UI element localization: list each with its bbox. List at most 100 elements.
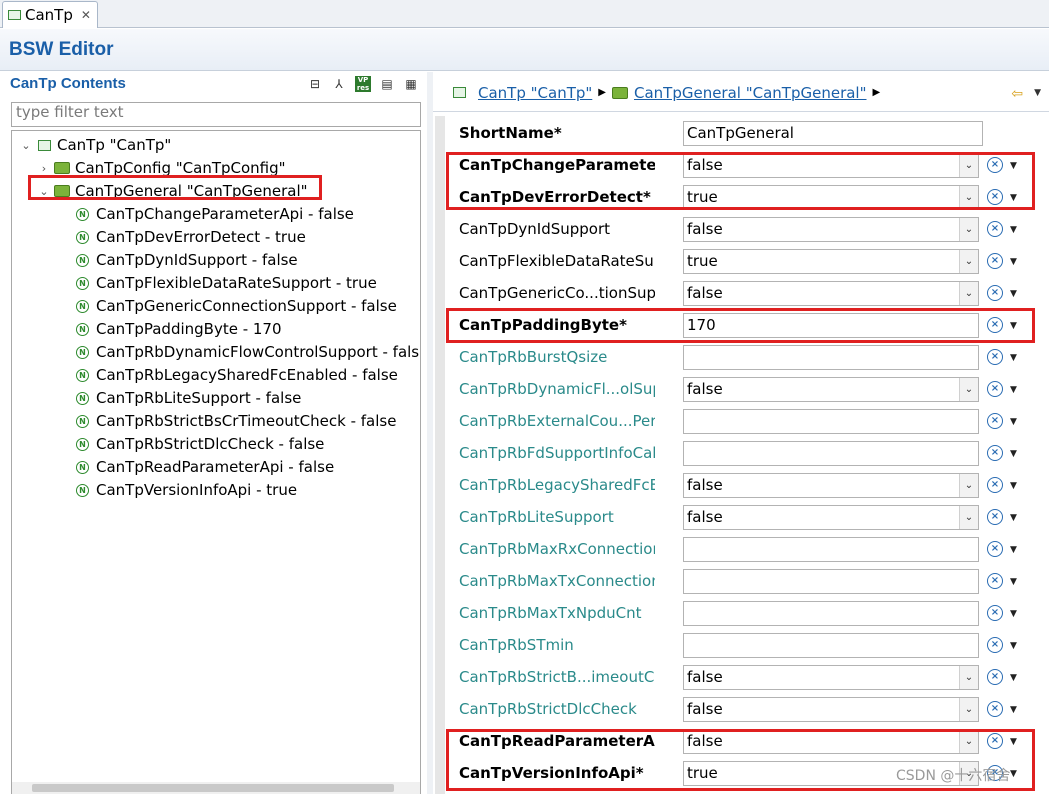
value-select[interactable]: false ⌄ xyxy=(683,697,979,722)
dropdown-arrow-icon[interactable]: ▼ xyxy=(1010,577,1017,587)
tree-param-item[interactable]: N CanTpDevErrorDetect - true xyxy=(76,226,306,248)
tree-item-label: CanTpFlexibleDataRateSupport - true xyxy=(96,274,377,292)
parameter-icon: N xyxy=(76,276,89,290)
field-label: CanTpGenericCo...tionSupp xyxy=(459,284,655,302)
reset-icon[interactable]: × xyxy=(987,221,1003,237)
tree-param-item[interactable]: N CanTpFlexibleDataRateSupport - true xyxy=(76,272,377,294)
dropdown-arrow-icon[interactable]: ▼ xyxy=(1010,289,1017,299)
tree-param-item[interactable]: N CanTpVersionInfoApi - true xyxy=(76,479,297,501)
dropdown-arrow-icon[interactable]: ▼ xyxy=(1010,609,1017,619)
dropdown-arrow-icon[interactable]: ▼ xyxy=(1010,225,1017,235)
dropdown-arrow-icon[interactable]: ▼ xyxy=(1010,641,1017,651)
value-input[interactable] xyxy=(683,537,979,562)
tree-param-item[interactable]: N CanTpRbDynamicFlowControlSupport - fals… xyxy=(76,341,421,363)
dropdown-arrow-icon[interactable]: ▼ xyxy=(1010,513,1017,523)
reset-icon[interactable]: × xyxy=(987,605,1003,621)
dropdown-arrow-icon[interactable]: ▼ xyxy=(1010,385,1017,395)
dropdown-arrow-icon[interactable]: ▼ xyxy=(1010,257,1017,267)
vp-res-icon[interactable]: VP res xyxy=(355,76,371,92)
tree-item-cantp[interactable]: ⌄ CanTp "CanTp" xyxy=(20,134,171,156)
tree-param-item[interactable]: N CanTpRbLiteSupport - false xyxy=(76,387,301,409)
chevron-down-icon[interactable]: ⌄ xyxy=(959,218,978,241)
field-label: CanTpRbMaxRxConnectior xyxy=(459,540,655,558)
reset-icon[interactable]: × xyxy=(987,413,1003,429)
dropdown-arrow-icon[interactable]: ▼ xyxy=(1010,449,1017,459)
value-select[interactable]: false ⌄ xyxy=(683,665,979,690)
hierarchy-icon[interactable]: ⅄ xyxy=(331,76,347,92)
chevron-down-icon[interactable]: ▼ xyxy=(1034,88,1041,98)
breadcrumb-link-cantpgeneral[interactable]: CanTpGeneral "CanTpGeneral" xyxy=(634,84,867,102)
value-select[interactable]: false ⌄ xyxy=(683,377,979,402)
value-text: false xyxy=(687,284,723,302)
reset-icon[interactable]: × xyxy=(987,541,1003,557)
tree-param-item[interactable]: N CanTpRbLegacySharedFcEnabled - false xyxy=(76,364,398,386)
table-icon[interactable]: ▦ xyxy=(403,76,419,92)
chevron-down-icon[interactable]: ⌄ xyxy=(959,474,978,497)
value-input[interactable] xyxy=(683,601,979,626)
chevron-down-icon[interactable]: ⌄ xyxy=(959,250,978,273)
chevron-down-icon[interactable]: ⌄ xyxy=(959,506,978,529)
reset-icon[interactable]: × xyxy=(987,285,1003,301)
tree-param-item[interactable]: N CanTpRbStrictDlcCheck - false xyxy=(76,433,324,455)
value-input[interactable] xyxy=(683,441,979,466)
reset-icon[interactable]: × xyxy=(987,381,1003,397)
value-input[interactable] xyxy=(683,345,979,370)
reset-icon[interactable]: × xyxy=(987,701,1003,717)
collapse-all-icon[interactable]: ⊟ xyxy=(307,76,323,92)
dropdown-arrow-icon[interactable]: ▼ xyxy=(1010,545,1017,555)
tree-param-item[interactable]: N CanTpReadParameterApi - false xyxy=(76,456,334,478)
chevron-right-icon[interactable]: › xyxy=(38,162,50,175)
value-input[interactable] xyxy=(683,409,979,434)
dropdown-arrow-icon[interactable]: ▼ xyxy=(1010,705,1017,715)
filter-input[interactable]: type filter text xyxy=(11,102,421,127)
tree-item-label: CanTpRbDynamicFlowControlSupport - false xyxy=(96,343,421,361)
reset-icon[interactable]: × xyxy=(987,509,1003,525)
reset-icon[interactable]: × xyxy=(987,669,1003,685)
tree-item-label: CanTp "CanTp" xyxy=(57,136,172,154)
reset-icon[interactable]: × xyxy=(987,637,1003,653)
chevron-down-icon[interactable]: ⌄ xyxy=(959,666,978,689)
field-label: CanTpRbStrictB...imeoutCh xyxy=(459,668,655,686)
reset-icon[interactable]: × xyxy=(987,573,1003,589)
dropdown-arrow-icon[interactable]: ▼ xyxy=(1010,673,1017,683)
close-icon[interactable]: ✕ xyxy=(81,8,91,22)
parameter-icon: N xyxy=(76,483,89,497)
tab-cantp[interactable]: CanTp ✕ xyxy=(2,1,98,28)
value-select[interactable]: false ⌄ xyxy=(683,217,979,242)
value-input[interactable] xyxy=(683,633,979,658)
dropdown-arrow-icon[interactable]: ▼ xyxy=(1010,353,1017,363)
dropdown-arrow-icon[interactable]: ▼ xyxy=(1010,417,1017,427)
value-select[interactable]: true ⌄ xyxy=(683,249,979,274)
tree-param-item[interactable]: N CanTpDynIdSupport - false xyxy=(76,249,298,271)
reset-icon[interactable]: × xyxy=(987,253,1003,269)
horizontal-scrollbar[interactable] xyxy=(12,782,420,794)
tree-param-item[interactable]: N CanTpGenericConnectionSupport - false xyxy=(76,295,397,317)
parameter-icon: N xyxy=(76,437,89,451)
breadcrumb-link-cantp[interactable]: CanTp "CanTp" xyxy=(478,84,592,102)
tree-param-item[interactable]: N CanTpPaddingByte - 170 xyxy=(76,318,282,340)
field-label: CanTpRbMaxTxConnection xyxy=(459,572,655,590)
dropdown-arrow-icon[interactable]: ▼ xyxy=(1010,481,1017,491)
reset-icon[interactable]: × xyxy=(987,445,1003,461)
reset-icon[interactable]: × xyxy=(987,349,1003,365)
tree-param-item[interactable]: N CanTpChangeParameterApi - false xyxy=(76,203,354,225)
value-text: false xyxy=(687,220,723,238)
chevron-down-icon[interactable]: ⌄ xyxy=(20,139,32,152)
chevron-down-icon[interactable]: ⌄ xyxy=(959,378,978,401)
tree-item-label: CanTpRbLiteSupport - false xyxy=(96,389,302,407)
value-select[interactable]: false ⌄ xyxy=(683,473,979,498)
scrollbar-thumb[interactable] xyxy=(32,784,394,792)
value-select[interactable]: false ⌄ xyxy=(683,281,979,306)
editor-title: BSW Editor xyxy=(9,39,114,60)
shortname-input[interactable]: CanTpGeneral xyxy=(683,121,983,146)
document-icon[interactable]: ▤ xyxy=(379,76,395,92)
reset-icon[interactable]: × xyxy=(987,477,1003,493)
parameter-icon: N xyxy=(76,414,89,428)
chevron-down-icon[interactable]: ⌄ xyxy=(959,282,978,305)
value-input[interactable] xyxy=(683,569,979,594)
field-label: CanTpRbMaxTxNpduCnt xyxy=(459,604,642,622)
value-select[interactable]: false ⌄ xyxy=(683,505,979,530)
back-arrow-icon[interactable]: ⇦ xyxy=(1011,86,1023,102)
tree-param-item[interactable]: N CanTpRbStrictBsCrTimeoutCheck - false xyxy=(76,410,396,432)
chevron-down-icon[interactable]: ⌄ xyxy=(959,698,978,721)
